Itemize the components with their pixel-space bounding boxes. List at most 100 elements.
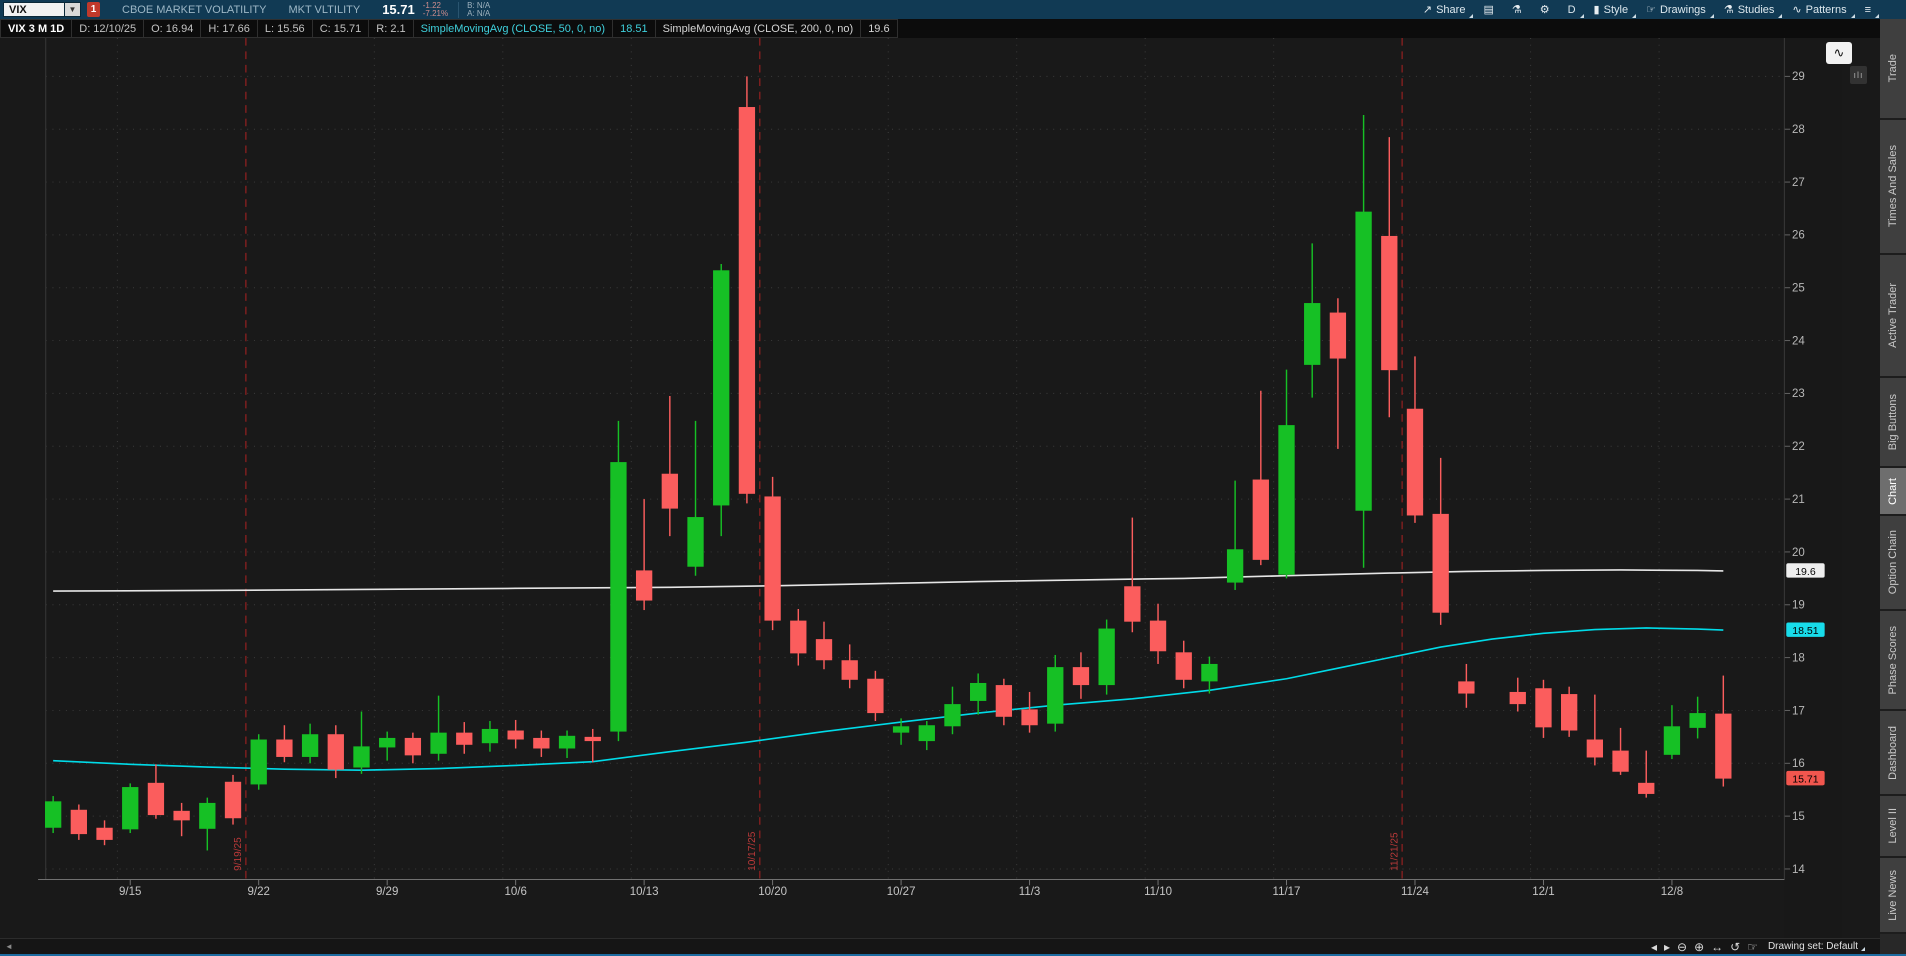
sidebar-filler bbox=[1880, 934, 1906, 956]
candle bbox=[1638, 783, 1654, 794]
pan-hand-icon[interactable]: ☞ bbox=[1747, 941, 1758, 953]
list-icon: ≡ bbox=[1865, 4, 1871, 16]
sidebar-tab-option-chain[interactable]: Option Chain bbox=[1880, 516, 1906, 611]
x-axis-label: 11/3 bbox=[1019, 886, 1041, 898]
ohlc-cell: O: 16.94 bbox=[144, 19, 201, 38]
scroll-forward-icon[interactable]: ▸ bbox=[1664, 941, 1670, 953]
y-axis-label: 14 bbox=[1792, 864, 1805, 876]
sidebar-tab-label: Trade bbox=[1887, 54, 1899, 82]
x-axis-label: 12/1 bbox=[1532, 886, 1554, 898]
candle bbox=[764, 496, 780, 620]
candle bbox=[1561, 694, 1577, 730]
candle bbox=[1021, 709, 1037, 725]
button-label: D bbox=[1568, 4, 1576, 16]
y-axis-label: 18 bbox=[1792, 652, 1805, 664]
sidebar-tab-phase-scores[interactable]: Phase Scores bbox=[1880, 611, 1906, 711]
x-axis-label: 10/6 bbox=[504, 886, 526, 898]
ohlc-cell: H: 17.66 bbox=[201, 19, 258, 38]
candle bbox=[1150, 621, 1166, 652]
ohlc-cell: VIX 3 M 1D bbox=[0, 19, 72, 38]
bid-ask: B: N/A A: N/A bbox=[458, 2, 490, 18]
candle bbox=[1510, 692, 1526, 704]
candle bbox=[1407, 409, 1423, 516]
ohlc-cell: L: 15.56 bbox=[258, 19, 313, 38]
x-axis-label: 10/13 bbox=[630, 886, 659, 898]
candle bbox=[1689, 713, 1705, 728]
candle bbox=[173, 811, 189, 821]
symbol-dropdown-button[interactable]: ▼ bbox=[65, 2, 81, 17]
report-button[interactable]: ▤ bbox=[1474, 0, 1502, 19]
candle bbox=[996, 685, 1012, 717]
candle bbox=[45, 801, 61, 827]
scrollbar-left-arrow-icon[interactable]: ◄ bbox=[5, 942, 13, 951]
sidebar-tab-label: Live News bbox=[1887, 870, 1899, 921]
menu-button[interactable]: ≡ bbox=[1856, 0, 1880, 19]
fit-width-icon[interactable]: ↔ bbox=[1711, 941, 1723, 953]
candle bbox=[1047, 667, 1063, 724]
candle bbox=[482, 729, 498, 743]
candle bbox=[1458, 681, 1474, 693]
patterns-button[interactable]: ∿Patterns bbox=[1783, 0, 1855, 19]
corner-triangle-icon bbox=[1851, 14, 1855, 18]
sidebar-tab-label: Phase Scores bbox=[1887, 626, 1899, 694]
candle bbox=[225, 782, 241, 818]
sidebar-tab-times-and-sales[interactable]: Times And Sales bbox=[1880, 120, 1906, 255]
y-axis-label: 23 bbox=[1792, 388, 1805, 400]
symbol-box: VIX ▼ bbox=[3, 2, 81, 17]
x-axis-label: 11/10 bbox=[1144, 886, 1172, 898]
x-axis-label: 11/17 bbox=[1273, 886, 1301, 898]
y-axis-label: 29 bbox=[1792, 71, 1805, 83]
curve-tool-button[interactable]: ∿ bbox=[1826, 42, 1852, 64]
y-axis-label: 16 bbox=[1792, 758, 1805, 770]
candle bbox=[1304, 303, 1320, 365]
zoom-in-icon[interactable]: ⊕ bbox=[1694, 941, 1704, 953]
sidebar-tab-dashboard[interactable]: Dashboard bbox=[1880, 711, 1906, 796]
candle bbox=[1355, 212, 1371, 511]
share-button[interactable]: ↗Share bbox=[1414, 0, 1475, 19]
sidebar-tab-active-trader[interactable]: Active Trader bbox=[1880, 255, 1906, 378]
timeframe-button[interactable]: D bbox=[1559, 0, 1585, 19]
last-price: 15.71 bbox=[382, 2, 415, 17]
candle bbox=[1715, 714, 1731, 779]
ohlc-header-bar: VIX 3 M 1DD: 12/10/25O: 16.94H: 17.66L: … bbox=[0, 19, 1880, 38]
share-icon: ↗ bbox=[1423, 3, 1432, 16]
candle bbox=[713, 270, 729, 505]
style-button[interactable]: ▮Style bbox=[1585, 0, 1638, 19]
candle bbox=[328, 734, 344, 769]
chart-canvas[interactable]: 141516171819202122232425262728299/159/22… bbox=[0, 38, 1880, 938]
sma200-badge-label: 19.6 bbox=[1795, 566, 1816, 578]
candle bbox=[1124, 586, 1140, 621]
candle bbox=[122, 787, 138, 829]
scroll-back-icon[interactable]: ◂ bbox=[1651, 941, 1657, 953]
settings-button[interactable]: ⚙ bbox=[1531, 0, 1559, 19]
thinkorswim-window: VIX ▼ 1 CBOE MARKET VOLATILITY MKT VLTIL… bbox=[0, 0, 1906, 956]
studies-button[interactable]: ⚗Studies bbox=[1715, 0, 1784, 19]
ohlc-cell: D: 12/10/25 bbox=[72, 19, 144, 38]
candle bbox=[662, 474, 678, 509]
chart-background bbox=[38, 38, 1842, 938]
sidebar-tab-chart[interactable]: Chart bbox=[1880, 468, 1906, 516]
candle bbox=[302, 734, 318, 757]
symbol-input[interactable]: VIX bbox=[3, 2, 65, 17]
sidebar-tab-live-news[interactable]: Live News bbox=[1880, 858, 1906, 934]
candle bbox=[508, 731, 524, 740]
sidebar-tab-big-buttons[interactable]: Big Buttons bbox=[1880, 378, 1906, 468]
sidebar-tab-trade[interactable]: Trade bbox=[1880, 19, 1906, 120]
sidebar-tab-label: Active Trader bbox=[1887, 283, 1899, 348]
sidebar-tab-level-ii[interactable]: Level II bbox=[1880, 796, 1906, 858]
y-axis-label: 24 bbox=[1792, 335, 1805, 347]
drawings-button[interactable]: ☞Drawings bbox=[1637, 0, 1715, 19]
reset-view-icon[interactable]: ↺ bbox=[1730, 941, 1740, 953]
x-axis-label: 9/22 bbox=[248, 886, 270, 898]
flask-icon: ⚗ bbox=[1724, 3, 1734, 16]
drawing-set-selector[interactable]: Drawing set: Default bbox=[1768, 941, 1866, 952]
candle bbox=[199, 803, 215, 829]
alert-count-badge[interactable]: 1 bbox=[87, 2, 100, 17]
corner-triangle-icon bbox=[1861, 947, 1865, 951]
zoom-out-icon[interactable]: ⊖ bbox=[1677, 941, 1687, 953]
analyze-flask-button[interactable]: ⚗ bbox=[1503, 0, 1531, 19]
candle bbox=[559, 736, 575, 749]
y-axis-label: 17 bbox=[1792, 705, 1805, 717]
ohlc-cell: 18.51 bbox=[613, 19, 656, 38]
volume-toggle-button[interactable]: ılı bbox=[1850, 66, 1867, 84]
